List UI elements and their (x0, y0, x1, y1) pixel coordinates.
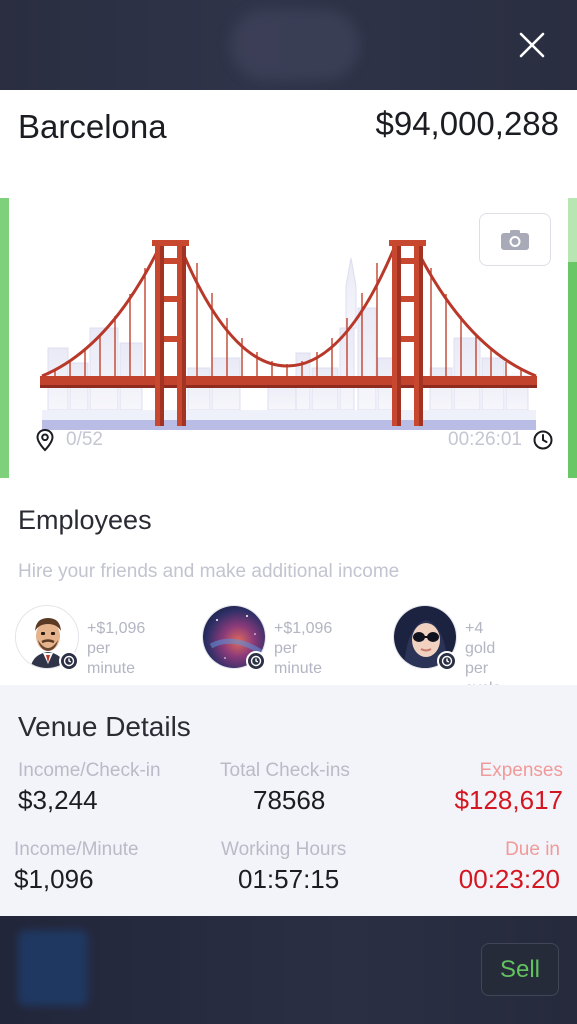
due-in-label: Due in (505, 839, 560, 860)
location-pin-icon (36, 428, 54, 452)
cycle-timer: 00:26:01 (448, 429, 522, 450)
venue-header: Barcelona $94,000,288 (0, 90, 577, 198)
total-checkins-value: 78568 (253, 785, 326, 815)
expenses-value: $128,617 (454, 785, 563, 815)
employee-income-line1: +$1,096 per (87, 620, 146, 657)
clock-icon (533, 430, 553, 450)
employees-subtitle: Hire your friends and make additional in… (18, 561, 400, 582)
employees-section: Employees Hire your friends and make add… (0, 478, 577, 697)
camera-button[interactable] (479, 213, 551, 266)
employee-income-line1: +$1,096 per (274, 620, 333, 657)
clock-badge-icon (437, 651, 457, 671)
sell-button[interactable]: Sell (481, 943, 559, 996)
clock-badge-icon (59, 651, 79, 671)
expenses-label: Expenses (479, 760, 563, 781)
working-hours-label: Working Hours (221, 839, 347, 860)
close-icon (519, 32, 545, 58)
income-checkin-value: $3,244 (18, 785, 98, 815)
close-button[interactable] (512, 25, 552, 65)
income-checkin-label: Income/Check-in (18, 760, 161, 781)
employees-title: Employees (18, 505, 152, 535)
income-minute-label: Income/Minute (14, 839, 139, 860)
blurred-background (18, 930, 88, 1006)
employee-income-line2: minute (274, 660, 323, 677)
employee-income-line1: +4 gold per (465, 620, 496, 677)
income-minute-value: $1,096 (14, 864, 94, 894)
venue-details-title: Venue Details (18, 711, 191, 742)
working-hours-value: 01:57:15 (238, 864, 340, 894)
venue-name: Barcelona (18, 108, 167, 145)
venue-value: $94,000,288 (375, 105, 559, 142)
bottom-overlay-bar: Sell (0, 916, 577, 1024)
top-overlay-bar (0, 0, 577, 90)
clock-badge-icon (246, 651, 266, 671)
blurred-background (230, 10, 360, 80)
venue-details-section: Venue Details Income/Check-in $3,244 Tot… (0, 685, 577, 916)
due-in-value: 00:23:20 (458, 864, 560, 894)
checkin-count: 0/52 (66, 429, 103, 450)
employee-income-text: +$1,096 per minute (87, 619, 145, 679)
employee-income-line2: minute (87, 660, 136, 677)
venue-scene: 0/52 00:26:01 (0, 198, 577, 478)
camera-icon (501, 229, 529, 250)
total-checkins-label: Total Check-ins (220, 760, 350, 781)
employee-income-text: +$1,096 per minute (274, 619, 332, 679)
